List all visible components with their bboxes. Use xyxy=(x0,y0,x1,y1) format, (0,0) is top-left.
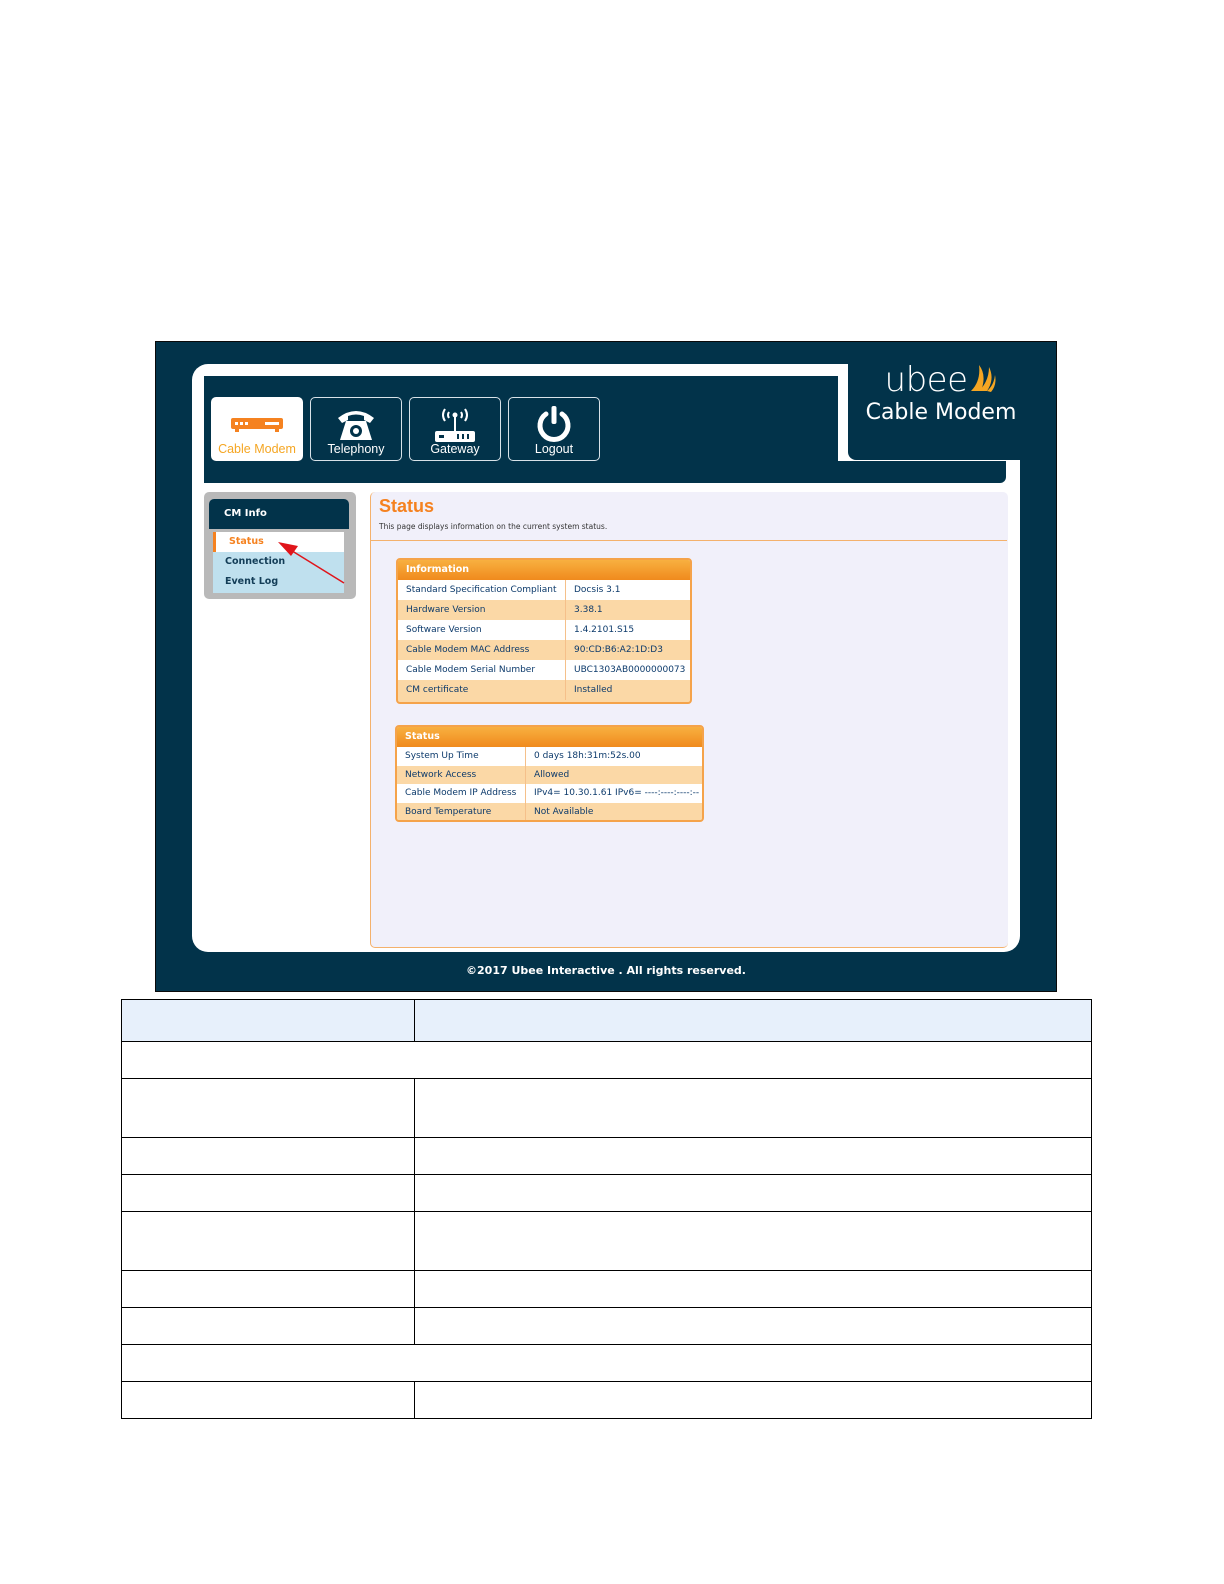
information-panel: Information Standard Specification Compl… xyxy=(396,558,692,704)
table-cell xyxy=(121,1307,415,1345)
tab-label: Cable Modem xyxy=(218,442,296,456)
top-nav-strip xyxy=(204,461,1006,483)
table-cell xyxy=(121,999,415,1042)
table-header-row xyxy=(121,999,1092,1042)
row-label: System Up Time xyxy=(397,747,526,766)
sidebar-menu: CM Info Status Connection Event Log xyxy=(204,492,356,599)
table-cell xyxy=(121,1137,415,1175)
row-value: Docsis 3.1 xyxy=(566,580,690,600)
table-section-row xyxy=(121,1344,1092,1382)
main-content: Status This page displays information on… xyxy=(370,492,1008,948)
table-cell xyxy=(414,1270,1092,1308)
sidebar-list: Status Connection Event Log xyxy=(213,532,344,593)
table-row: CM certificate Installed xyxy=(398,680,690,700)
table-cell xyxy=(414,1078,1092,1138)
panel-title: Information xyxy=(398,560,690,580)
row-value: 1.4.2101.S15 xyxy=(566,620,690,640)
ubee-logo-text: ubee xyxy=(884,360,968,400)
tab-label: Logout xyxy=(534,442,574,456)
tab-label: Gateway xyxy=(430,442,480,456)
brand-logo: ubee Cable Modem xyxy=(856,360,1026,426)
table-row: System Up Time 0 days 18h:31m:52s.00 xyxy=(397,747,702,766)
table-row: Network Access Allowed xyxy=(397,765,702,784)
table-cell xyxy=(414,1381,1092,1419)
sidebar-item-connection[interactable]: Connection xyxy=(213,552,344,572)
row-label: Cable Modem Serial Number xyxy=(398,660,566,680)
row-value: 0 days 18h:31m:52s.00 xyxy=(526,747,702,766)
table-cell xyxy=(414,1211,1092,1271)
table-section-row xyxy=(121,1041,1092,1079)
table-row xyxy=(121,1137,1092,1175)
row-label: Software Version xyxy=(398,620,566,640)
tab-logout[interactable]: Logout xyxy=(508,397,600,461)
row-label: Board Temperature xyxy=(397,802,526,820)
table-row: Board Temperature Not Available xyxy=(397,802,702,820)
cable-modem-icon xyxy=(212,404,302,444)
row-value: Not Available xyxy=(526,802,702,820)
brand-subtitle: Cable Modem xyxy=(865,400,1017,425)
row-value: 90:CD:B6:A2:1D:D3 xyxy=(566,640,690,660)
row-value: 3.38.1 xyxy=(566,600,690,620)
table-cell xyxy=(414,1307,1092,1345)
page-title: Status xyxy=(379,496,435,516)
table-row: Cable Modem IP Address IPv4= 10.30.1.61 I… xyxy=(397,784,702,817)
tab-telephony[interactable]: Telephony xyxy=(310,397,402,461)
table-row: Hardware Version 3.38.1 xyxy=(398,600,690,620)
row-label: Hardware Version xyxy=(398,600,566,620)
sidebar-item-status[interactable]: Status xyxy=(213,532,344,552)
row-label: Network Access xyxy=(397,765,526,784)
table-cell xyxy=(121,1381,415,1419)
row-value: Allowed xyxy=(526,765,702,784)
row-value: Installed xyxy=(566,680,690,700)
row-value: UBC1303AB0000000073 xyxy=(566,660,690,680)
table-row xyxy=(121,1270,1092,1308)
power-icon xyxy=(509,404,599,444)
page-description: This page displays information on the cu… xyxy=(379,522,608,531)
field-description-table xyxy=(121,999,1092,1419)
tab-label: Telephony xyxy=(327,442,385,456)
table-cell xyxy=(414,1137,1092,1175)
table-cell xyxy=(121,1211,415,1271)
table-cell xyxy=(121,1344,1092,1382)
row-label: CM certificate xyxy=(398,680,566,700)
sidebar-header[interactable]: CM Info xyxy=(209,499,349,529)
table-row xyxy=(121,1307,1092,1345)
table-cell xyxy=(414,999,1092,1042)
tab-cable-modem[interactable]: Cable Modem xyxy=(211,397,303,461)
table-row xyxy=(121,1381,1092,1419)
table-row xyxy=(121,1078,1092,1138)
table-row xyxy=(121,1174,1092,1212)
sidebar-item-event-log[interactable]: Event Log xyxy=(213,572,344,592)
table-row: Standard Specification Compliant Docsis 3… xyxy=(398,580,690,600)
table-cell xyxy=(121,1174,415,1212)
table-row xyxy=(121,1211,1092,1271)
table-cell xyxy=(121,1078,415,1138)
row-value: IPv4= 10.30.1.61 IPv6= ----:----:----:--… xyxy=(526,784,702,817)
status-panel: Status System Up Time 0 days 18h:31m:52s.… xyxy=(395,725,704,822)
footer-copyright: ©2017 Ubee Interactive . All rights rese… xyxy=(466,964,746,977)
table-cell xyxy=(121,1270,415,1308)
router-screenshot: Cable Modem Telephony Gateway Logout ube… xyxy=(155,341,1057,992)
row-label: Standard Specification Compliant xyxy=(398,580,566,600)
title-divider xyxy=(371,540,1007,541)
table-row: Software Version 1.4.2101.S15 xyxy=(398,620,690,640)
panel-title: Status xyxy=(397,727,702,747)
row-label: Cable Modem MAC Address xyxy=(398,640,566,660)
tab-gateway[interactable]: Gateway xyxy=(409,397,501,461)
table-row: Cable Modem MAC Address 90:CD:B6:A2:1D:D3 xyxy=(398,640,690,660)
table-cell xyxy=(414,1174,1092,1212)
table-cell xyxy=(121,1041,1092,1079)
row-label: Cable Modem IP Address xyxy=(397,784,526,803)
ubee-wing-icon xyxy=(967,360,997,400)
gateway-router-icon xyxy=(410,404,500,444)
table-row: Cable Modem Serial Number UBC1303AB000000… xyxy=(398,660,690,680)
telephone-icon xyxy=(311,404,401,444)
